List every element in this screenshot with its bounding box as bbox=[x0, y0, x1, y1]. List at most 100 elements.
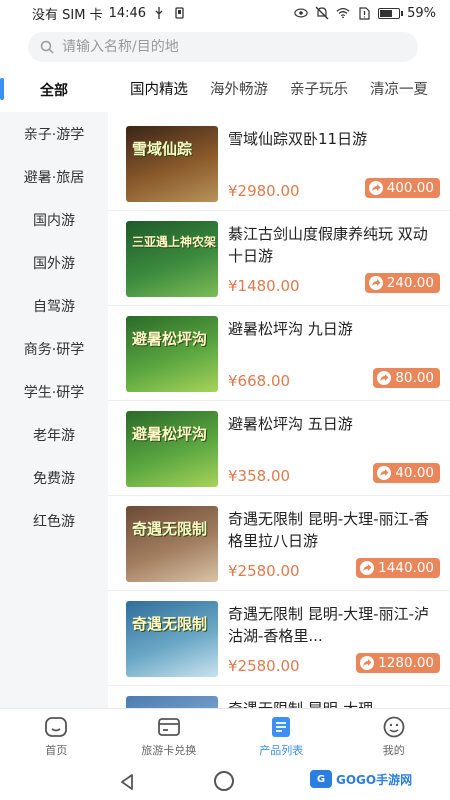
product-card[interactable]: 避暑松坪沟 避暑松坪沟 九日游 ¥668.00 80.00 bbox=[108, 306, 450, 401]
product-card[interactable]: 奇遇无限制 奇遇无限制 昆明-大理-丽江-香格里拉八日游 ¥2580.00 14… bbox=[108, 496, 450, 591]
sidebar-item-red[interactable]: 红色游 bbox=[0, 499, 108, 542]
product-info: 避暑松坪沟 五日游 ¥358.00 40.00 bbox=[228, 411, 440, 487]
tab-cool-summer[interactable]: 清凉一夏 bbox=[370, 78, 428, 99]
reward-amount: 1280.00 bbox=[378, 655, 434, 671]
product-thumbnail[interactable]: 三亚遇上神农架 bbox=[126, 221, 218, 297]
product-thumbnail[interactable]: 奇遇无限制 bbox=[126, 601, 218, 677]
product-card[interactable]: 避暑松坪沟 避暑松坪沟 五日游 ¥358.00 40.00 bbox=[108, 401, 450, 496]
tabbar-card-exchange[interactable]: 旅游卡兑换 bbox=[113, 709, 226, 764]
storage-icon bbox=[172, 7, 186, 19]
share-reward-badge[interactable]: 400.00 bbox=[364, 178, 440, 198]
sidebar-item-student-study[interactable]: 学生·研学 bbox=[0, 370, 108, 413]
back-icon[interactable] bbox=[118, 772, 138, 792]
product-card[interactable]: 雪域仙踪 雪域仙踪双卧11日游 ¥2980.00 400.00 bbox=[108, 116, 450, 211]
watermark-icon: G bbox=[310, 770, 332, 788]
tab-domestic-picks[interactable]: 国内精选 bbox=[130, 78, 188, 99]
reward-amount: 80.00 bbox=[395, 370, 434, 386]
usb-icon bbox=[152, 7, 166, 19]
sidebar-item-overseas[interactable]: 国外游 bbox=[0, 241, 108, 284]
product-thumbnail[interactable]: 雪域仙踪 bbox=[126, 126, 218, 202]
watermark-text: GOGO手游网 bbox=[336, 772, 413, 787]
reward-amount: 400.00 bbox=[386, 180, 434, 196]
sidebar-item-business-study[interactable]: 商务·研学 bbox=[0, 327, 108, 370]
sidebar-item-label: 全部 bbox=[40, 83, 68, 99]
share-icon bbox=[377, 466, 392, 480]
product-thumbnail[interactable]: 避暑松坪沟 bbox=[126, 316, 218, 392]
product-thumbnail[interactable]: 避暑松坪沟 bbox=[126, 411, 218, 487]
tabbar-profile[interactable]: 我的 bbox=[338, 709, 450, 764]
home-button-icon[interactable] bbox=[214, 771, 234, 791]
tab-overseas[interactable]: 海外畅游 bbox=[210, 78, 268, 99]
product-card[interactable]: 三亚遇上神农架 綦江古剑山度假康养纯玩 双动十日游 ¥1480.00 240.0… bbox=[108, 211, 450, 306]
share-reward-badge[interactable]: 1280.00 bbox=[356, 653, 440, 673]
product-card[interactable]: 奇遇无限制 奇遇无限制 昆明-大理-丽江-泸沽湖-香格里... ¥2580.00… bbox=[108, 591, 450, 686]
sidebar-item-label: 老年游 bbox=[33, 427, 75, 444]
nosim-icon bbox=[357, 6, 371, 20]
share-icon bbox=[368, 181, 383, 195]
sidebar-item-all[interactable]: 全部 bbox=[0, 68, 108, 112]
sidebar-item-family-study[interactable]: 亲子·游学 bbox=[0, 112, 108, 155]
list-icon bbox=[272, 716, 291, 737]
sidebar-item-label: 红色游 bbox=[33, 513, 75, 530]
sidebar-item-senior[interactable]: 老年游 bbox=[0, 413, 108, 456]
sidebar-item-domestic[interactable]: 国内游 bbox=[0, 198, 108, 241]
reward-amount: 40.00 bbox=[395, 465, 434, 481]
tabbar-product-list[interactable]: 产品列表 bbox=[225, 709, 338, 764]
product-name[interactable]: 避暑松坪沟 五日游 bbox=[228, 413, 440, 435]
clock-text: 14:46 bbox=[108, 5, 147, 21]
thumbnail-text: 奇遇无限制 bbox=[132, 520, 208, 538]
share-reward-badge[interactable]: 240.00 bbox=[364, 273, 440, 293]
sidebar-item-label: 商务·研学 bbox=[23, 341, 85, 358]
tabbar-label: 产品列表 bbox=[259, 743, 304, 757]
search-input[interactable] bbox=[62, 39, 382, 55]
bottom-tabbar: 首页 旅游卡兑换 产品列表 我的 bbox=[0, 708, 450, 764]
status-right: 59% bbox=[294, 6, 436, 21]
product-price: ¥668.00 bbox=[228, 372, 291, 390]
carrier-text: 没有 SIM 卡 bbox=[32, 7, 103, 23]
tabbar-label: 首页 bbox=[45, 743, 68, 757]
product-price: ¥358.00 bbox=[228, 467, 291, 485]
tabbar-home[interactable]: 首页 bbox=[0, 709, 113, 764]
share-reward-badge[interactable]: 80.00 bbox=[373, 368, 440, 388]
product-name[interactable]: 奇遇无限制 昆明-大理-丽江-香格里拉八日游 bbox=[228, 508, 440, 552]
product-card[interactable]: 奇遇无限制 昆明-大理- bbox=[108, 686, 450, 708]
product-price: ¥2580.00 bbox=[228, 657, 300, 675]
sidebar-item-self-drive[interactable]: 自驾游 bbox=[0, 284, 108, 327]
product-price: ¥2980.00 bbox=[228, 182, 300, 200]
category-sidebar: 全部 亲子·游学 避暑·旅居 国内游 国外游 自驾游 商务·研学 学生·研学 老… bbox=[0, 68, 108, 708]
eye-icon bbox=[294, 7, 308, 19]
thumbnail-text: 避暑松坪沟 bbox=[132, 330, 208, 348]
thumbnail-text: 雪域仙踪 bbox=[132, 140, 193, 158]
product-info: 奇遇无限制 昆明-大理-丽江-香格里拉八日游 ¥2580.00 1440.00 bbox=[228, 506, 440, 582]
thumbnail-text: 三亚遇上神农架 bbox=[132, 235, 217, 249]
sidebar-item-summer-retreat[interactable]: 避暑·旅居 bbox=[0, 155, 108, 198]
status-bar: 没有 SIM 卡 14:46 59% bbox=[0, 0, 450, 26]
product-info: 綦江古剑山度假康养纯玩 双动十日游 ¥1480.00 240.00 bbox=[228, 221, 440, 297]
product-info: 避暑松坪沟 九日游 ¥668.00 80.00 bbox=[228, 316, 440, 392]
share-reward-badge[interactable]: 1440.00 bbox=[356, 558, 440, 578]
product-thumbnail[interactable]: 奇遇无限制 bbox=[126, 506, 218, 582]
product-name[interactable]: 奇遇无限制 昆明-大理-丽江-泸沽湖-香格里... bbox=[228, 603, 440, 647]
share-icon bbox=[368, 276, 383, 290]
thumbnail-text: 奇遇无限制 bbox=[132, 615, 208, 633]
sidebar-item-label: 国外游 bbox=[33, 255, 75, 272]
product-price: ¥1480.00 bbox=[228, 277, 300, 295]
product-name[interactable]: 避暑松坪沟 九日游 bbox=[228, 318, 440, 340]
product-name[interactable]: 雪域仙踪双卧11日游 bbox=[228, 128, 440, 150]
sidebar-item-free[interactable]: 免费游 bbox=[0, 456, 108, 499]
product-info: 雪域仙踪双卧11日游 ¥2980.00 400.00 bbox=[228, 126, 440, 202]
tab-family-fun[interactable]: 亲子玩乐 bbox=[290, 78, 348, 99]
product-tabs: 国内精选 海外畅游 亲子玩乐 清凉一夏 bbox=[108, 68, 450, 108]
product-thumbnail[interactable] bbox=[126, 696, 218, 708]
tabbar-label: 我的 bbox=[382, 743, 405, 757]
search-icon bbox=[40, 40, 54, 54]
product-name[interactable]: 綦江古剑山度假康养纯玩 双动十日游 bbox=[228, 223, 440, 267]
search-bar[interactable] bbox=[28, 32, 418, 62]
share-icon bbox=[360, 561, 375, 575]
card-icon bbox=[157, 717, 180, 736]
product-price: ¥2580.00 bbox=[228, 562, 300, 580]
product-name[interactable]: 奇遇无限制 昆明-大理- bbox=[228, 698, 440, 708]
sidebar-item-label: 国内游 bbox=[33, 212, 75, 229]
share-reward-badge[interactable]: 40.00 bbox=[373, 463, 440, 483]
watermark-logo: G GOGO手游网 bbox=[310, 770, 412, 788]
